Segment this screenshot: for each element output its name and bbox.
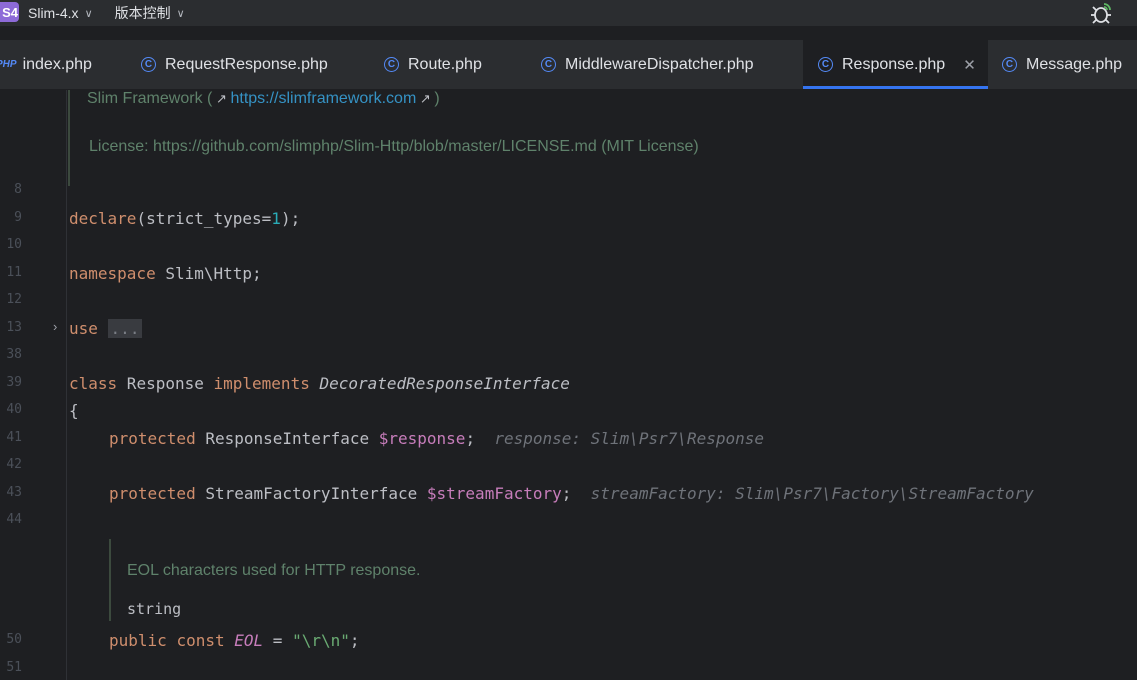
variable: $streamFactory <box>426 484 562 503</box>
class-icon: C <box>1002 57 1017 72</box>
tab-label: Route.php <box>408 55 482 73</box>
chevron-down-icon: ∨ <box>84 7 93 20</box>
doc-comment-bar <box>68 90 70 186</box>
php-file-icon: PHP <box>0 59 17 70</box>
doc-license-line: License: https://github.com/slimphp/Slim… <box>89 138 699 155</box>
tab-response-php[interactable]: C Response.php ✕ <box>803 40 988 89</box>
line-number: 10 <box>6 237 22 252</box>
code-text: = <box>263 631 293 650</box>
tab-label: MiddlewareDispatcher.php <box>565 55 754 73</box>
keyword: protected <box>109 484 196 503</box>
class-icon: C <box>141 57 156 72</box>
doc-comment-bar <box>109 539 111 621</box>
line-number: 44 <box>6 512 22 527</box>
code-line-namespace[interactable]: namespace Slim\Http; <box>69 264 262 284</box>
vcs-label: 版本控制 <box>114 5 171 21</box>
line-number: 13 <box>6 320 22 335</box>
class-icon: C <box>384 57 399 72</box>
tab-requestresponse-php[interactable]: C RequestResponse.php <box>141 40 328 89</box>
code-line-brace[interactable]: { <box>69 401 79 421</box>
code-line-prop-streamfactory[interactable]: protected StreamFactoryInterface $stream… <box>109 484 1034 504</box>
doc-eol-type: string <box>127 600 182 618</box>
vcs-menu[interactable]: 版本控制 ∨ <box>115 3 185 23</box>
external-link-icon: ↗ <box>416 91 435 106</box>
expand-fold-icon[interactable]: › <box>53 319 57 334</box>
project-name: Slim-4.x <box>28 5 79 21</box>
code-line-declare[interactable]: declare(strict_types=1); <box>69 209 300 229</box>
string-literal: "\r\n" <box>292 631 350 650</box>
tab-label: Response.php <box>842 55 946 73</box>
code-text: (strict_types= <box>136 209 272 228</box>
editor-tab-bar: PHP index.php C RequestResponse.php C Ro… <box>0 40 1137 90</box>
keyword: namespace <box>69 264 156 283</box>
line-number: 38 <box>6 347 22 362</box>
code-text: Slim\Http; <box>155 264 262 283</box>
tab-label: index.php <box>22 55 92 73</box>
code-line-class[interactable]: class Response implements DecoratedRespo… <box>69 374 570 394</box>
type-name: ResponseInterface <box>195 429 379 448</box>
tab-index-php[interactable]: PHP index.php <box>0 40 92 89</box>
tab-message-php[interactable]: C Message.php <box>1002 40 1122 89</box>
line-number: 8 <box>14 182 22 197</box>
doc-framework-line: Slim Framework ( ↗ https://slimframework… <box>87 90 440 108</box>
type-name: StreamFactoryInterface <box>195 484 427 503</box>
project-badge[interactable]: S4 <box>0 2 19 22</box>
doc-framework-close: ) <box>434 90 440 107</box>
class-name: Response <box>117 374 214 393</box>
code-line-prop-response[interactable]: protected ResponseInterface $response; r… <box>109 429 764 449</box>
line-number: 11 <box>6 265 22 280</box>
code-text: ; <box>349 631 360 650</box>
line-number: 42 <box>6 457 22 472</box>
tab-label: RequestResponse.php <box>165 55 328 73</box>
chevron-down-icon: ∨ <box>176 7 185 20</box>
line-number: 12 <box>6 292 22 307</box>
keyword: class <box>69 374 118 393</box>
tab-middlewaredispatcher-php[interactable]: C MiddlewareDispatcher.php <box>541 40 754 89</box>
keyword: const <box>176 631 225 650</box>
line-number: 51 <box>6 660 22 675</box>
class-icon: C <box>818 57 833 72</box>
line-number: 40 <box>6 402 22 417</box>
class-icon: C <box>541 57 556 72</box>
doc-eol-description: EOL characters used for HTTP response. <box>127 562 421 579</box>
keyword: implements <box>213 374 310 393</box>
doc-framework-text: Slim Framework ( <box>87 90 213 107</box>
external-link-icon: ↗ <box>212 91 231 106</box>
number-literal: 1 <box>271 209 281 228</box>
code-text: ; <box>465 429 476 448</box>
line-number: 9 <box>14 210 22 225</box>
line-number: 41 <box>6 430 22 445</box>
indent-guide <box>66 90 67 680</box>
variable: $response <box>378 429 466 448</box>
inlay-hint: streamFactory: Slim\Psr7\Factory\StreamF… <box>590 484 1034 503</box>
interface-name: DecoratedResponseInterface <box>319 374 570 393</box>
keyword: protected <box>109 429 196 448</box>
keyword: declare <box>69 209 137 228</box>
framework-link[interactable]: https://slimframework.com <box>230 90 416 107</box>
folded-code-placeholder[interactable]: ... <box>107 319 143 338</box>
inlay-hint: response: Slim\Psr7\Response <box>494 429 765 448</box>
title-bar: S4 Slim-4.x ∨ 版本控制 ∨ <box>0 0 1137 26</box>
code-line-use[interactable]: use ... <box>69 319 143 339</box>
code-line-const-eol[interactable]: public const EOL = "\r\n"; <box>109 631 360 651</box>
project-selector[interactable]: Slim-4.x ∨ <box>28 5 93 21</box>
debug-icon[interactable] <box>1090 2 1112 24</box>
line-number: 39 <box>6 375 22 390</box>
line-number: 43 <box>6 485 22 500</box>
constant-name: EOL <box>234 631 264 650</box>
code-text: ); <box>280 209 301 228</box>
line-number-gutter: 8 9 10 11 12 13 38 39 40 41 42 43 44 50 … <box>0 90 60 680</box>
code-text: ; <box>561 484 572 503</box>
tab-label: Message.php <box>1026 55 1123 73</box>
keyword: public <box>109 631 167 650</box>
close-icon[interactable]: ✕ <box>963 56 976 74</box>
keyword: use <box>69 319 98 338</box>
tab-route-php[interactable]: C Route.php <box>384 40 482 89</box>
line-number: 50 <box>6 632 22 647</box>
